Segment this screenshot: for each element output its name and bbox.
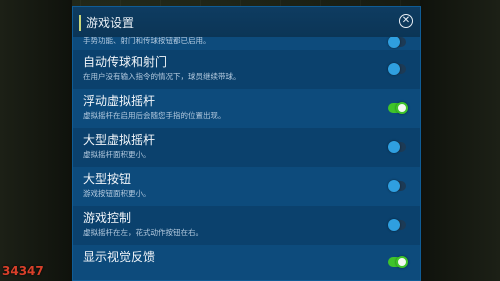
toggle-knob — [388, 141, 400, 153]
setting-row-large-joystick: 大型虚拟摇杆 虚拟摇杆面积更小。 — [73, 128, 420, 167]
setting-toggle[interactable] — [388, 219, 406, 231]
setting-row-gestures: 手势功能、射门和传球按钮都已启用。 — [73, 37, 420, 50]
setting-desc: 手势功能、射门和传球按钮都已启用。 — [83, 37, 211, 45]
setting-desc: 游戏按钮面积更小。 — [83, 189, 151, 198]
game-settings-dialog: 游戏设置 ✕ 手势功能、射门和传球按钮都已启用。 自动传球和射门 在用户没有输入… — [72, 6, 421, 281]
setting-title: 游戏控制 — [83, 211, 132, 225]
setting-row-game-controls: 游戏控制 虚拟摇杆在左，花式动作按钮在右。 — [73, 206, 420, 245]
setting-toggle[interactable] — [388, 37, 406, 48]
setting-desc: 虚拟摇杆在左，花式动作按钮在右。 — [83, 228, 203, 237]
setting-title: 大型虚拟摇杆 — [83, 133, 156, 147]
setting-row-auto-pass-shoot: 自动传球和射门 在用户没有输入指令的情况下，球员继续带球。 — [73, 50, 420, 89]
dialog-title: 游戏设置 — [86, 16, 135, 30]
setting-toggle[interactable] — [388, 102, 408, 114]
setting-title: 显示视觉反馈 — [83, 250, 156, 264]
setting-toggle[interactable] — [388, 256, 408, 268]
setting-desc: 虚拟摇杆在启用后会随您手指的位置出现。 — [83, 111, 226, 120]
background-left-panel — [0, 0, 72, 281]
setting-toggle[interactable] — [388, 180, 406, 192]
setting-desc: 在用户没有输入指令的情况下，球员继续带球。 — [83, 72, 241, 81]
setting-row-large-buttons: 大型按钮 游戏按钮面积更小。 — [73, 167, 420, 206]
settings-list[interactable]: 手势功能、射门和传球按钮都已启用。 自动传球和射门 在用户没有输入指令的情况下，… — [73, 37, 420, 280]
toggle-knob — [388, 180, 400, 192]
background-right-panel — [420, 0, 500, 281]
setting-title: 浮动虚拟摇杆 — [83, 94, 156, 108]
setting-title: 自动传球和射门 — [83, 55, 168, 69]
toggle-knob — [388, 63, 400, 75]
setting-desc: 虚拟摇杆面积更小。 — [83, 150, 151, 159]
site-watermark: 34347 — [2, 264, 44, 278]
setting-title: 大型按钮 — [83, 172, 132, 186]
toggle-knob — [388, 219, 400, 231]
setting-row-visual-feedback: 显示视觉反馈 — [73, 245, 420, 280]
toggle-knob — [396, 256, 408, 268]
header-accent-bar — [79, 15, 81, 31]
setting-row-floating-joystick: 浮动虚拟摇杆 虚拟摇杆在启用后会随您手指的位置出现。 — [73, 89, 420, 128]
setting-toggle[interactable] — [388, 141, 406, 153]
toggle-knob — [388, 37, 400, 48]
close-icon[interactable]: ✕ — [399, 14, 413, 28]
toggle-knob — [396, 102, 408, 114]
dialog-header: 游戏设置 ✕ — [73, 7, 420, 37]
setting-toggle[interactable] — [388, 63, 406, 75]
